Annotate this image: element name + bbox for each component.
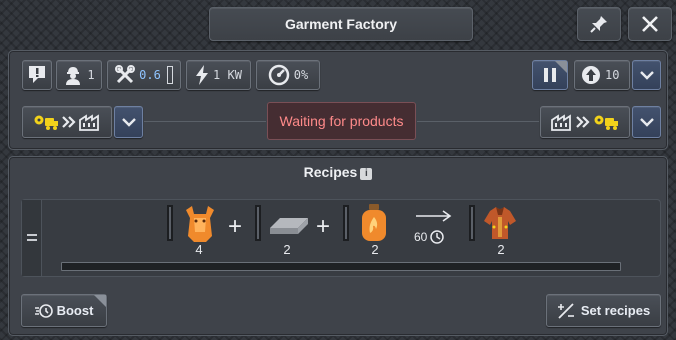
up-arrow-icon: [582, 66, 600, 84]
arrow-right-icon: [416, 210, 452, 222]
input-3-count: 2: [371, 242, 379, 257]
drag-handle[interactable]: [22, 200, 42, 276]
lightning-icon: [196, 65, 209, 85]
electricity-indicator[interactable]: 1 KW: [186, 60, 251, 90]
animal-hide-icon[interactable]: [180, 204, 220, 244]
recipe-duration: 60: [414, 230, 445, 244]
gas-canister-icon[interactable]: [358, 203, 390, 243]
output-buffer-gauge: [469, 205, 475, 241]
plus-sign: +: [316, 213, 331, 240]
fabric-sheet-icon[interactable]: [266, 208, 310, 242]
output-count: 2: [497, 242, 505, 257]
duration-value: 60: [414, 230, 428, 244]
priority-button[interactable]: 10: [574, 60, 630, 90]
input-2-count: 2: [283, 242, 291, 257]
chevron-down-icon: [121, 118, 136, 127]
trucks-input-icon: [34, 115, 58, 130]
plus-sign: +: [228, 213, 243, 240]
boost-clock-icon: [34, 303, 53, 318]
input-1-count: 4: [195, 242, 203, 257]
trucks-output-icon: [594, 115, 618, 130]
wrench-icon: [115, 65, 136, 84]
maintenance-gauge: [166, 66, 173, 84]
output-logistics-dropdown[interactable]: [632, 106, 661, 138]
input-3-buffer-gauge: [343, 205, 349, 241]
utilization-indicator[interactable]: 0%: [256, 60, 320, 90]
workers-indicator[interactable]: 1: [56, 60, 102, 90]
maintenance-indicator[interactable]: 0.6: [107, 60, 181, 90]
output-logistics-mode[interactable]: [540, 106, 630, 138]
priority-value: 10: [605, 68, 620, 82]
chevron-down-icon: [639, 118, 654, 127]
pause-button[interactable]: [532, 60, 568, 90]
input-1-buffer-gauge: [167, 205, 173, 241]
double-chevron-right-icon: [576, 116, 590, 128]
workers-value: 1: [87, 68, 95, 82]
separator-left: [144, 121, 266, 122]
set-recipes-label: Set recipes: [580, 303, 651, 318]
status-message: Waiting for products: [267, 102, 416, 140]
clock-icon: [430, 230, 445, 244]
chevron-down-icon: [639, 71, 654, 80]
utilization-value: 0%: [293, 68, 309, 82]
double-chevron-right-icon: [62, 116, 76, 128]
boost-label: Boost: [56, 303, 94, 318]
notification-icon: [29, 66, 45, 83]
factory-icon: [79, 114, 99, 131]
electricity-value: 1 KW: [213, 68, 242, 82]
recipe-progress-bar: [61, 262, 621, 271]
pin-icon: [590, 16, 607, 33]
priority-dropdown[interactable]: [632, 60, 661, 90]
recipes-title: Recipes: [303, 164, 358, 180]
close-button[interactable]: [628, 7, 672, 41]
input-2-buffer-gauge: [255, 205, 261, 241]
info-icon[interactable]: i: [360, 167, 373, 180]
separator-right: [417, 121, 539, 122]
edit-recipes-icon: [557, 302, 574, 319]
maintenance-value: 0.6: [139, 68, 161, 82]
pause-icon: [544, 68, 556, 82]
input-logistics-dropdown[interactable]: [114, 106, 143, 138]
notification-button[interactable]: [22, 60, 52, 90]
pin-button[interactable]: [577, 7, 621, 41]
window-title: Garment Factory: [209, 7, 473, 41]
close-icon: [642, 16, 658, 32]
worker-icon: [66, 67, 81, 85]
speed-gauge-icon: [268, 64, 290, 86]
set-recipes-button[interactable]: Set recipes: [546, 294, 661, 327]
garment-icon[interactable]: [480, 203, 520, 243]
input-logistics-mode[interactable]: [22, 106, 112, 138]
recipes-heading: Recipes i: [0, 164, 676, 180]
factory-icon: [551, 114, 571, 131]
boost-button[interactable]: Boost: [21, 294, 107, 327]
